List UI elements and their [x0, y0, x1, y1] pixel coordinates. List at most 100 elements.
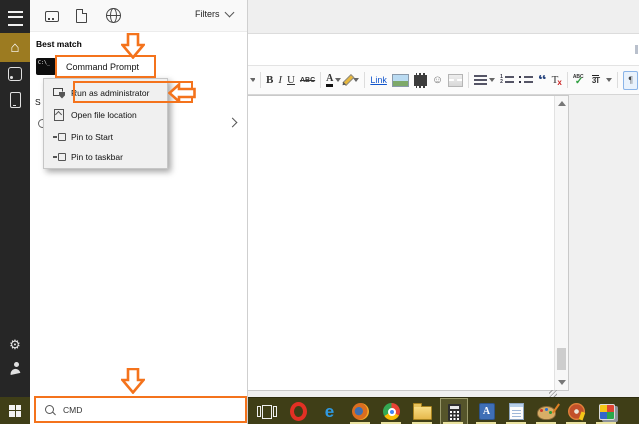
insert-jump-break-button[interactable]	[448, 73, 464, 87]
firefox-button[interactable]	[351, 402, 370, 421]
remove-formatting-button[interactable]: Tx	[552, 73, 562, 87]
best-match-heading: Best match	[36, 39, 82, 49]
paragraph-ltr-button[interactable]: ¶	[623, 70, 639, 90]
task-view-icon	[256, 404, 277, 419]
device-icon	[9, 92, 21, 108]
taskbar-search-input[interactable]: CMD	[34, 396, 247, 423]
photo-viewer-button[interactable]	[597, 402, 616, 421]
wordpad-button[interactable]: A	[477, 402, 496, 421]
bold-button[interactable]: B	[266, 74, 273, 86]
windows-logo-icon	[9, 404, 21, 417]
strikethrough-button[interactable]: ABC	[300, 77, 315, 84]
screen: B I U ABC A Link ☺ 12 “ Tx ABC✓ 3T ¶ ¶	[0, 0, 639, 424]
chevron-right-icon[interactable]	[227, 117, 238, 128]
chrome-icon	[383, 403, 400, 420]
search-icon	[45, 405, 54, 414]
insert-image-button[interactable]	[391, 73, 409, 87]
sidebar-devices[interactable]	[0, 91, 30, 109]
calculator-icon	[447, 403, 461, 421]
best-match-result[interactable]: Command Prompt	[66, 62, 139, 72]
pin-icon	[53, 133, 66, 141]
movie-maker-icon	[568, 403, 585, 420]
filters-label: Filters	[195, 9, 220, 19]
toolbar-separator	[617, 72, 619, 88]
file-location-icon	[54, 109, 64, 121]
insert-emoticon-button[interactable]: ☺	[432, 74, 443, 86]
underline-button[interactable]: U	[287, 74, 295, 86]
resize-grip[interactable]	[549, 390, 557, 397]
numbered-list-button[interactable]: 12	[500, 75, 515, 85]
menu-item-open-file-location[interactable]: Open file location	[44, 104, 167, 126]
search-panel: Filters Best match C:\_ Command Prompt S…	[30, 0, 248, 424]
start-button[interactable]	[0, 397, 30, 424]
scrollbar-thumb[interactable]	[557, 348, 566, 370]
apps-filter-icon[interactable]	[45, 11, 59, 22]
cortana-sidebar: ⌂ ⚙	[0, 0, 30, 397]
menu-item-run-as-administrator[interactable]: Run as administrator	[44, 82, 167, 104]
hamburger-menu-button[interactable]	[0, 10, 30, 26]
sidebar-settings[interactable]: ⚙	[0, 336, 30, 352]
person-icon	[9, 362, 21, 374]
context-menu: Run as administrator Open file location …	[43, 78, 168, 169]
toolbar-separator	[260, 72, 261, 88]
vertical-scrollbar[interactable]	[554, 96, 568, 390]
opera-icon	[290, 402, 307, 421]
web-filter-icon[interactable]	[106, 8, 121, 23]
wordpad-icon: A	[478, 403, 495, 420]
notebook-icon	[8, 67, 22, 81]
edge-icon: e	[324, 402, 335, 421]
sidebar-feedback[interactable]	[0, 360, 30, 376]
partial-dropdown-button[interactable]	[249, 78, 255, 82]
spellcheck-button[interactable]: ABC ✓	[573, 74, 587, 87]
bullet-list-button[interactable]	[519, 75, 534, 85]
insert-video-button[interactable]	[413, 72, 427, 88]
search-input-value: CMD	[63, 404, 83, 415]
task-view-button[interactable]	[256, 402, 277, 421]
firefox-icon	[352, 403, 369, 420]
alignment-button[interactable]	[474, 75, 496, 85]
menu-item-pin-to-taskbar[interactable]: Pin to taskbar	[44, 146, 167, 168]
text-color-button[interactable]: A	[326, 73, 342, 87]
edge-button[interactable]: e	[320, 402, 339, 421]
filters-dropdown[interactable]: Filters	[195, 7, 234, 19]
command-prompt-icon: C:\_	[36, 58, 56, 75]
search-filter-bar: Filters	[30, 0, 247, 32]
menu-item-pin-to-start[interactable]: Pin to Start	[44, 126, 167, 148]
notepad-button[interactable]	[507, 402, 526, 421]
file-explorer-button[interactable]	[413, 402, 432, 421]
highlight-color-button[interactable]	[342, 73, 360, 87]
home-icon: ⌂	[10, 39, 20, 56]
chevron-down-icon	[489, 78, 496, 82]
opera-button[interactable]	[289, 402, 308, 421]
paint-button[interactable]	[537, 402, 556, 421]
calculator-button-active[interactable]	[440, 398, 468, 424]
blockquote-button[interactable]: “	[538, 75, 547, 85]
chrome-button[interactable]	[382, 402, 401, 421]
movie-maker-button[interactable]	[567, 402, 586, 421]
sidebar-home-active[interactable]: ⌂	[0, 33, 30, 62]
chevron-down-icon	[606, 78, 613, 82]
insert-link-button[interactable]: Link	[370, 75, 387, 85]
chevron-down-icon	[335, 78, 342, 82]
chevron-down-icon	[224, 7, 234, 18]
check-icon: ✓	[574, 75, 584, 87]
hidden-section-label-partial: S	[35, 97, 41, 107]
italic-button[interactable]: I	[278, 74, 282, 86]
photo-viewer-icon	[598, 403, 615, 420]
documents-filter-icon[interactable]	[76, 9, 87, 23]
transliterate-button[interactable]: 3T	[591, 75, 600, 85]
editor-toolbar: B I U ABC A Link ☺ 12 “ Tx ABC✓ 3T ¶ ¶	[247, 66, 639, 95]
run-as-admin-icon	[53, 87, 65, 99]
chevron-down-icon	[353, 78, 360, 82]
scroll-down-icon[interactable]	[558, 380, 566, 385]
gear-icon: ⚙	[9, 336, 21, 352]
notepad-icon	[509, 403, 524, 420]
toolbar-separator	[468, 72, 470, 88]
scroll-up-icon[interactable]	[558, 101, 566, 106]
transliterate-dropdown[interactable]	[604, 78, 613, 82]
editor-content-area[interactable]	[246, 95, 569, 391]
toolbar-separator	[566, 72, 568, 88]
toolbar-separator	[364, 72, 366, 88]
pin-icon	[53, 153, 66, 161]
sidebar-notebook[interactable]	[0, 66, 30, 82]
